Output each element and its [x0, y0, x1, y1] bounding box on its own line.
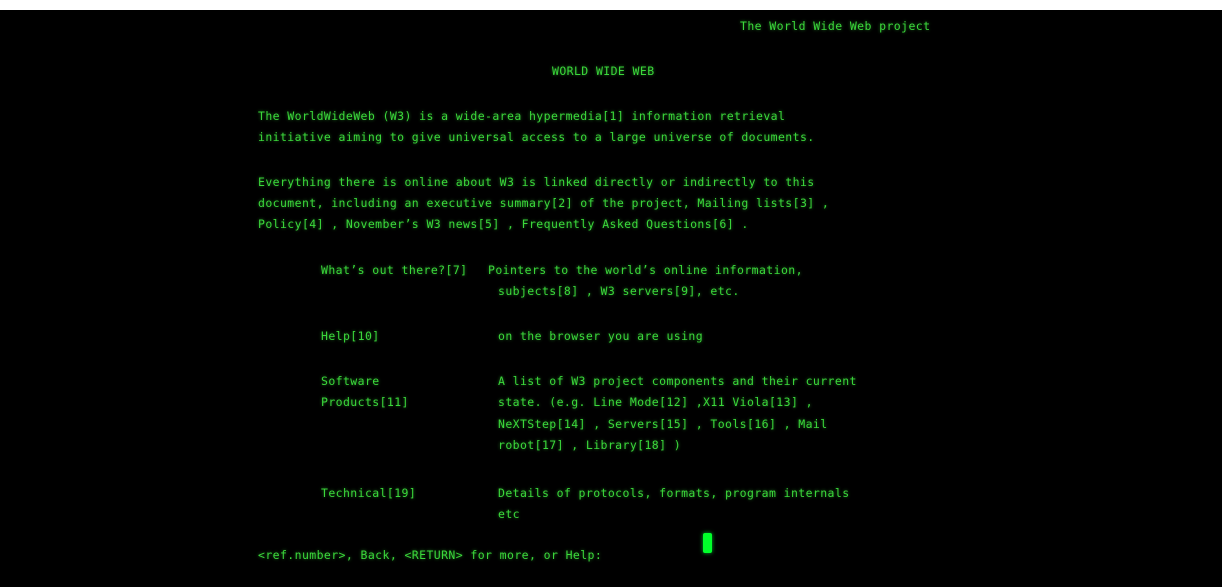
entry-description: robot[17] , Library[18] )	[498, 438, 682, 452]
entry-description: A list of W3 project components and thei…	[498, 374, 857, 388]
document-title: The World Wide Web project	[740, 19, 931, 33]
link-software-products[interactable]: Products[11]	[321, 394, 409, 410]
link-technical[interactable]: Technical[19]	[321, 485, 416, 501]
text-cursor[interactable]	[703, 533, 712, 553]
link-software-products[interactable]: Software	[321, 373, 380, 389]
entry-description: Pointers to the world’s online informati…	[488, 263, 803, 277]
overview-line: Policy[4] , November’s W3 news[5] , Freq…	[258, 217, 749, 231]
link-whats-out-there[interactable]: What’s out there?[7]	[321, 262, 467, 278]
page-heading: WORLD WIDE WEB	[552, 64, 655, 78]
intro-line: initiative aiming to give universal acce…	[258, 130, 815, 144]
intro-line: The WorldWideWeb (W3) is a wide-area hyp…	[258, 109, 786, 123]
entry-description: etc	[498, 507, 520, 521]
command-prompt: <ref.number>, Back, <RETURN> for more, o…	[258, 548, 603, 562]
terminal-screen: The World Wide Web project WORLD WIDE WE…	[0, 10, 1222, 587]
entry-description: Details of protocols, formats, program i…	[498, 486, 850, 500]
overview-line: document, including an executive summary…	[258, 196, 830, 210]
entry-description: state. (e.g. Line Mode[12] ,X11 Viola[13…	[498, 395, 813, 409]
overview-line: Everything there is online about W3 is l…	[258, 175, 815, 189]
entry-description: NeXTStep[14] , Servers[15] , Tools[16] ,…	[498, 417, 828, 431]
link-help[interactable]: Help[10]	[321, 328, 380, 344]
entry-description: on the browser you are using	[498, 329, 704, 343]
entry-description: subjects[8] , W3 servers[9], etc.	[498, 284, 740, 298]
